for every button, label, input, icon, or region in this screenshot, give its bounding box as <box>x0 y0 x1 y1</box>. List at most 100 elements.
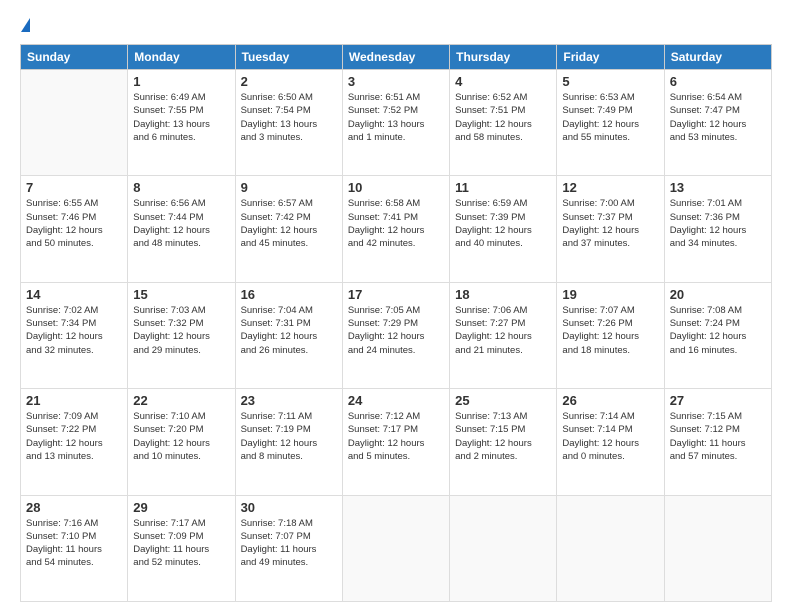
calendar-day-cell: 23 Sunrise: 7:11 AM Sunset: 7:19 PM Dayli… <box>235 389 342 495</box>
calendar-day-cell: 2 Sunrise: 6:50 AM Sunset: 7:54 PM Daylig… <box>235 70 342 176</box>
calendar-body: 1 Sunrise: 6:49 AM Sunset: 7:55 PM Daylig… <box>21 70 772 602</box>
calendar-day-cell: 9Sunrise: 6:57 AM Sunset: 7:42 PM Daylig… <box>235 176 342 282</box>
day-number: 30 <box>241 500 337 515</box>
calendar-week-row: 1 Sunrise: 6:49 AM Sunset: 7:55 PM Daylig… <box>21 70 772 176</box>
day-number: 20 <box>670 287 766 302</box>
page-header <box>20 18 772 34</box>
calendar-day-cell: 24 Sunrise: 7:12 AM Sunset: 7:17 PM Dayli… <box>342 389 449 495</box>
logo-triangle-icon <box>21 18 30 32</box>
calendar-day-cell: 26 Sunrise: 7:14 AM Sunset: 7:14 PM Dayli… <box>557 389 664 495</box>
day-info: Sunrise: 7:05 AM Sunset: 7:29 PM Dayligh… <box>348 304 444 357</box>
day-info: Sunrise: 7:15 AM Sunset: 7:12 PM Dayligh… <box>670 410 766 463</box>
day-number: 19 <box>562 287 658 302</box>
day-info: Sunrise: 6:49 AM Sunset: 7:55 PM Dayligh… <box>133 91 229 144</box>
day-number: 6 <box>670 74 766 89</box>
day-number: 16 <box>241 287 337 302</box>
calendar-day-cell: 18Sunrise: 7:06 AM Sunset: 7:27 PM Dayli… <box>450 282 557 388</box>
day-info: Sunrise: 7:13 AM Sunset: 7:15 PM Dayligh… <box>455 410 551 463</box>
calendar-day-cell: 30 Sunrise: 7:18 AM Sunset: 7:07 PM Dayli… <box>235 495 342 601</box>
day-info: Sunrise: 7:12 AM Sunset: 7:17 PM Dayligh… <box>348 410 444 463</box>
calendar-day-cell: 6 Sunrise: 6:54 AM Sunset: 7:47 PM Daylig… <box>664 70 771 176</box>
day-number: 17 <box>348 287 444 302</box>
day-number: 21 <box>26 393 122 408</box>
day-info: Sunrise: 6:59 AM Sunset: 7:39 PM Dayligh… <box>455 197 551 250</box>
day-info: Sunrise: 7:04 AM Sunset: 7:31 PM Dayligh… <box>241 304 337 357</box>
day-info: Sunrise: 7:10 AM Sunset: 7:20 PM Dayligh… <box>133 410 229 463</box>
calendar-day-cell: 7 Sunrise: 6:55 AM Sunset: 7:46 PM Daylig… <box>21 176 128 282</box>
calendar-day-cell <box>664 495 771 601</box>
day-info: Sunrise: 6:55 AM Sunset: 7:46 PM Dayligh… <box>26 197 122 250</box>
day-number: 12 <box>562 180 658 195</box>
calendar-day-cell: 11 Sunrise: 6:59 AM Sunset: 7:39 PM Dayli… <box>450 176 557 282</box>
day-number: 4 <box>455 74 551 89</box>
calendar-day-cell: 5Sunrise: 6:53 AM Sunset: 7:49 PM Daylig… <box>557 70 664 176</box>
day-info: Sunrise: 7:09 AM Sunset: 7:22 PM Dayligh… <box>26 410 122 463</box>
day-number: 3 <box>348 74 444 89</box>
day-number: 1 <box>133 74 229 89</box>
day-number: 13 <box>670 180 766 195</box>
calendar-day-cell: 25 Sunrise: 7:13 AM Sunset: 7:15 PM Dayli… <box>450 389 557 495</box>
calendar-week-row: 7 Sunrise: 6:55 AM Sunset: 7:46 PM Daylig… <box>21 176 772 282</box>
calendar-day-cell <box>450 495 557 601</box>
calendar-week-row: 28 Sunrise: 7:16 AM Sunset: 7:10 PM Dayli… <box>21 495 772 601</box>
day-info: Sunrise: 7:14 AM Sunset: 7:14 PM Dayligh… <box>562 410 658 463</box>
day-info: Sunrise: 6:50 AM Sunset: 7:54 PM Dayligh… <box>241 91 337 144</box>
calendar-day-cell: 20Sunrise: 7:08 AM Sunset: 7:24 PM Dayli… <box>664 282 771 388</box>
calendar-table: SundayMondayTuesdayWednesdayThursdayFrid… <box>20 44 772 602</box>
calendar-day-cell: 17 Sunrise: 7:05 AM Sunset: 7:29 PM Dayli… <box>342 282 449 388</box>
calendar-day-cell <box>21 70 128 176</box>
day-number: 29 <box>133 500 229 515</box>
day-info: Sunrise: 7:02 AM Sunset: 7:34 PM Dayligh… <box>26 304 122 357</box>
day-number: 23 <box>241 393 337 408</box>
day-number: 26 <box>562 393 658 408</box>
day-info: Sunrise: 7:07 AM Sunset: 7:26 PM Dayligh… <box>562 304 658 357</box>
day-number: 28 <box>26 500 122 515</box>
day-info: Sunrise: 7:03 AM Sunset: 7:32 PM Dayligh… <box>133 304 229 357</box>
day-number: 15 <box>133 287 229 302</box>
day-number: 9 <box>241 180 337 195</box>
day-number: 10 <box>348 180 444 195</box>
day-info: Sunrise: 7:18 AM Sunset: 7:07 PM Dayligh… <box>241 517 337 570</box>
logo <box>20 18 30 34</box>
calendar-day-cell: 16 Sunrise: 7:04 AM Sunset: 7:31 PM Dayli… <box>235 282 342 388</box>
day-info: Sunrise: 6:52 AM Sunset: 7:51 PM Dayligh… <box>455 91 551 144</box>
calendar-day-cell: 15 Sunrise: 7:03 AM Sunset: 7:32 PM Dayli… <box>128 282 235 388</box>
day-info: Sunrise: 7:11 AM Sunset: 7:19 PM Dayligh… <box>241 410 337 463</box>
day-info: Sunrise: 6:58 AM Sunset: 7:41 PM Dayligh… <box>348 197 444 250</box>
day-info: Sunrise: 7:01 AM Sunset: 7:36 PM Dayligh… <box>670 197 766 250</box>
weekday-header-cell: Wednesday <box>342 45 449 70</box>
day-info: Sunrise: 6:51 AM Sunset: 7:52 PM Dayligh… <box>348 91 444 144</box>
calendar-day-cell: 8Sunrise: 6:56 AM Sunset: 7:44 PM Daylig… <box>128 176 235 282</box>
calendar-day-cell: 28 Sunrise: 7:16 AM Sunset: 7:10 PM Dayli… <box>21 495 128 601</box>
weekday-header-cell: Sunday <box>21 45 128 70</box>
day-number: 25 <box>455 393 551 408</box>
day-number: 22 <box>133 393 229 408</box>
calendar-day-cell: 12 Sunrise: 7:00 AM Sunset: 7:37 PM Dayli… <box>557 176 664 282</box>
day-number: 11 <box>455 180 551 195</box>
calendar-day-cell: 22 Sunrise: 7:10 AM Sunset: 7:20 PM Dayli… <box>128 389 235 495</box>
calendar-week-row: 21 Sunrise: 7:09 AM Sunset: 7:22 PM Dayli… <box>21 389 772 495</box>
calendar-week-row: 14 Sunrise: 7:02 AM Sunset: 7:34 PM Dayli… <box>21 282 772 388</box>
calendar-day-cell: 27 Sunrise: 7:15 AM Sunset: 7:12 PM Dayli… <box>664 389 771 495</box>
day-info: Sunrise: 7:06 AM Sunset: 7:27 PM Dayligh… <box>455 304 551 357</box>
day-number: 24 <box>348 393 444 408</box>
calendar-day-cell: 29Sunrise: 7:17 AM Sunset: 7:09 PM Dayli… <box>128 495 235 601</box>
calendar-day-cell: 1 Sunrise: 6:49 AM Sunset: 7:55 PM Daylig… <box>128 70 235 176</box>
day-info: Sunrise: 6:54 AM Sunset: 7:47 PM Dayligh… <box>670 91 766 144</box>
calendar-day-cell: 4 Sunrise: 6:52 AM Sunset: 7:51 PM Daylig… <box>450 70 557 176</box>
day-number: 27 <box>670 393 766 408</box>
calendar-day-cell: 3 Sunrise: 6:51 AM Sunset: 7:52 PM Daylig… <box>342 70 449 176</box>
calendar-day-cell: 14 Sunrise: 7:02 AM Sunset: 7:34 PM Dayli… <box>21 282 128 388</box>
day-number: 7 <box>26 180 122 195</box>
weekday-header-cell: Thursday <box>450 45 557 70</box>
day-number: 14 <box>26 287 122 302</box>
day-info: Sunrise: 7:00 AM Sunset: 7:37 PM Dayligh… <box>562 197 658 250</box>
weekday-header-cell: Tuesday <box>235 45 342 70</box>
weekday-header-cell: Monday <box>128 45 235 70</box>
day-info: Sunrise: 7:16 AM Sunset: 7:10 PM Dayligh… <box>26 517 122 570</box>
day-number: 2 <box>241 74 337 89</box>
day-info: Sunrise: 6:56 AM Sunset: 7:44 PM Dayligh… <box>133 197 229 250</box>
calendar-day-cell: 10 Sunrise: 6:58 AM Sunset: 7:41 PM Dayli… <box>342 176 449 282</box>
calendar-day-cell <box>342 495 449 601</box>
calendar-day-cell <box>557 495 664 601</box>
